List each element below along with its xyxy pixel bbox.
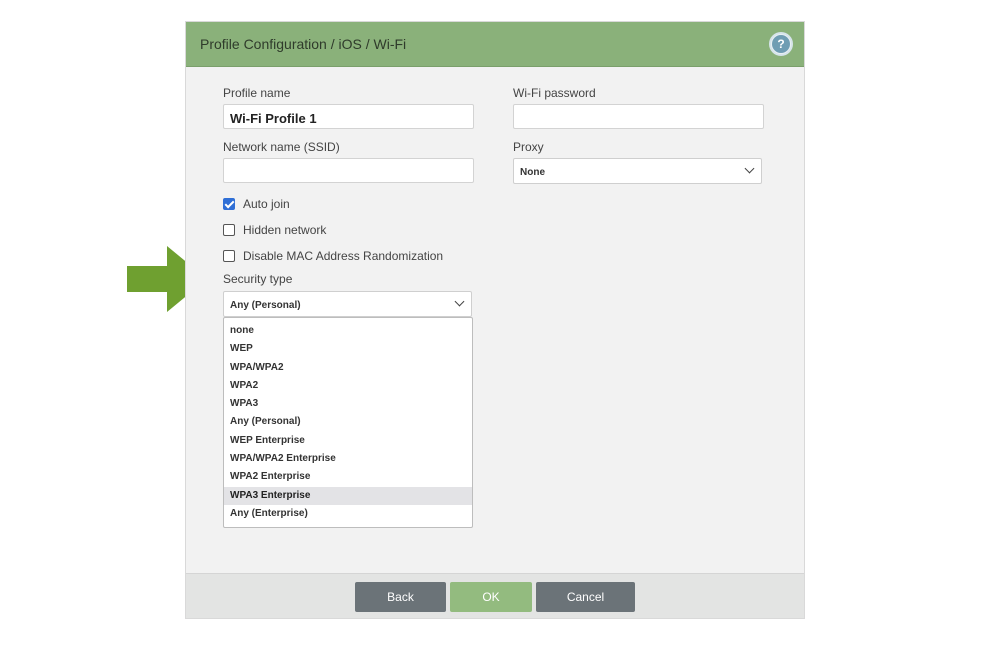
help-icon: ? (772, 35, 790, 53)
chevron-down-icon (744, 163, 755, 174)
security-option[interactable]: WPA2 Enterprise (224, 468, 472, 486)
dialog-footer: Back OK Cancel (186, 573, 804, 618)
auto-join-checkbox[interactable] (223, 198, 235, 210)
security-option[interactable]: WPA3 (224, 395, 472, 413)
hidden-network-checkbox[interactable] (223, 224, 235, 236)
ok-button[interactable]: OK (450, 582, 532, 612)
proxy-select[interactable]: None (513, 158, 762, 184)
security-type-label: Security type (223, 272, 293, 286)
security-type-select[interactable]: Any (Personal) (223, 291, 472, 317)
security-option[interactable]: none (224, 322, 472, 340)
hidden-network-label: Hidden network (243, 223, 327, 237)
disable-mac-checkbox[interactable] (223, 250, 235, 262)
security-type-value: Any (Personal) (230, 300, 301, 311)
ssid-input[interactable] (223, 158, 474, 183)
proxy-label: Proxy (513, 140, 544, 154)
security-option[interactable]: WPA/WPA2 (224, 359, 472, 377)
security-option[interactable]: WPA2 (224, 377, 472, 395)
profile-configuration-dialog: Profile Configuration / iOS / Wi-Fi ? Pr… (185, 21, 805, 619)
dialog-header: Profile Configuration / iOS / Wi-Fi ? (186, 22, 804, 67)
help-button[interactable]: ? (769, 32, 793, 56)
security-option-highlighted[interactable]: WPA3 Enterprise (224, 486, 472, 505)
security-option[interactable]: WEP (224, 340, 472, 358)
security-option[interactable]: Any (Personal) (224, 413, 472, 431)
profile-name-label: Profile name (223, 86, 291, 100)
auto-join-checkbox-row[interactable]: Auto join (223, 196, 290, 212)
dialog-title: Profile Configuration / iOS / Wi-Fi (200, 36, 407, 52)
profile-name-input[interactable]: Wi-Fi Profile 1 (223, 104, 474, 129)
security-option[interactable]: WEP Enterprise (224, 432, 472, 450)
cancel-button[interactable]: Cancel (536, 582, 635, 612)
proxy-value: None (520, 167, 545, 178)
hidden-network-checkbox-row[interactable]: Hidden network (223, 222, 326, 238)
security-option[interactable]: WPA/WPA2 Enterprise (224, 450, 472, 468)
auto-join-label: Auto join (243, 197, 290, 211)
security-option[interactable]: Any (Enterprise) (224, 505, 472, 523)
wifi-password-label: Wi-Fi password (513, 86, 596, 100)
wifi-password-input[interactable] (513, 104, 764, 129)
chevron-down-icon (454, 296, 465, 307)
security-type-dropdown: none WEP WPA/WPA2 WPA2 WPA3 Any (Persona… (223, 317, 473, 528)
disable-mac-label: Disable MAC Address Randomization (243, 249, 444, 263)
disable-mac-checkbox-row[interactable]: Disable MAC Address Randomization (223, 248, 443, 264)
ssid-label: Network name (SSID) (223, 140, 340, 154)
back-button[interactable]: Back (355, 582, 446, 612)
